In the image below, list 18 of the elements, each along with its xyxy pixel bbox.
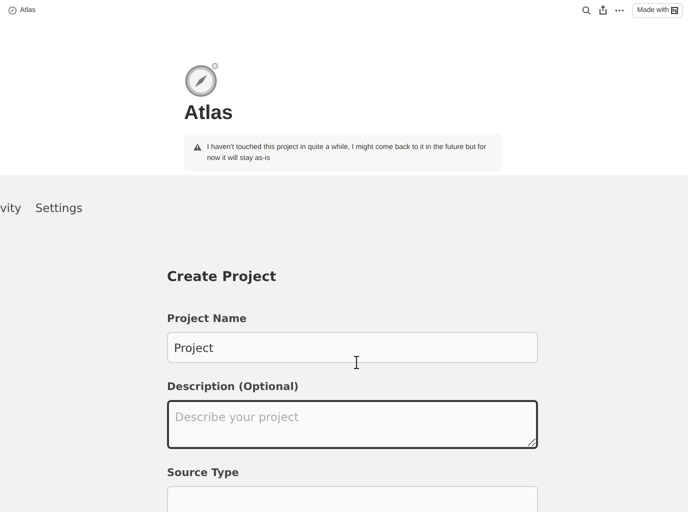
- share-icon[interactable]: [599, 5, 608, 15]
- nav-tab[interactable]: vity: [0, 200, 22, 216]
- compass-icon: [184, 62, 220, 98]
- input-field[interactable]: [167, 486, 538, 512]
- description-field[interactable]: Describe your project: [167, 400, 538, 449]
- logo-icon: [671, 6, 678, 14]
- nav-tab[interactable]: Settings: [35, 200, 82, 216]
- warning-icon: [193, 143, 202, 151]
- field-label: Description (Optional): [167, 381, 299, 394]
- text-cursor-icon: [353, 356, 360, 369]
- search-icon[interactable]: [582, 6, 592, 14]
- form-title: Create Project: [167, 268, 276, 286]
- page-title: Atlas: [184, 102, 233, 125]
- field-label: Project Name: [167, 313, 247, 326]
- input-field[interactable]: Project: [167, 332, 538, 363]
- more-icon[interactable]: [615, 8, 624, 12]
- compass-icon: [8, 6, 17, 14]
- field-label: Source Type: [167, 467, 239, 480]
